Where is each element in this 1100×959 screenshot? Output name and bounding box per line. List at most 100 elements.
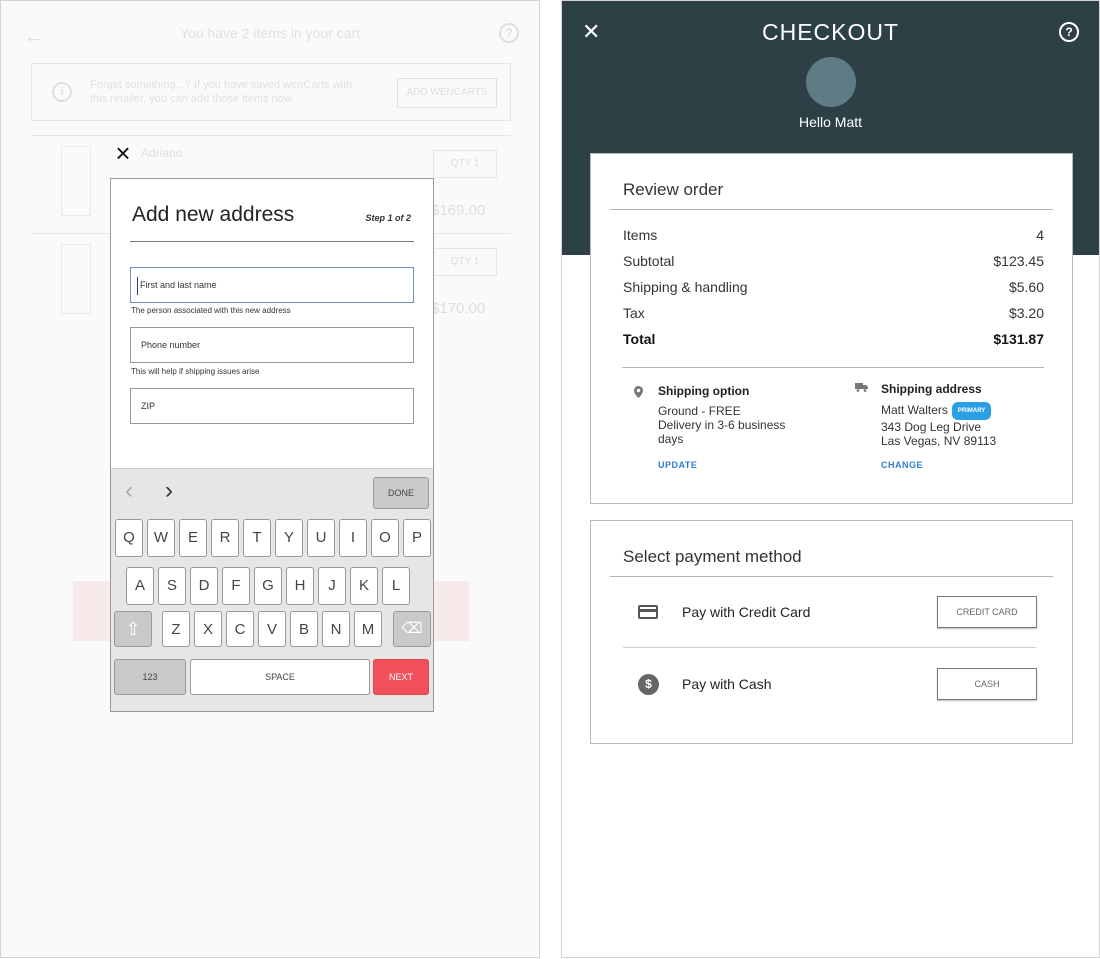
- step-indicator: Step 1 of 2: [365, 213, 411, 223]
- zip-field[interactable]: ZIP: [130, 388, 414, 424]
- shipping-option-line2: Delivery in 3-6 business: [658, 418, 786, 432]
- phone-hint: This will help if shipping issues arise: [131, 367, 260, 376]
- summary-row-tax: Tax $3.20: [623, 305, 1044, 321]
- credit-card-label: Pay with Credit Card: [682, 604, 811, 620]
- help-icon: ?: [499, 23, 519, 43]
- add-address-modal: Add new address Step 1 of 2 First and la…: [110, 178, 434, 712]
- key-z[interactable]: Z: [162, 611, 190, 647]
- address-city: Las Vegas, NV 89113: [881, 434, 997, 448]
- space-key[interactable]: SPACE: [190, 659, 370, 695]
- key-l[interactable]: L: [382, 567, 410, 605]
- address-street: 343 Dog Leg Drive: [881, 420, 982, 434]
- info-icon: i: [52, 82, 72, 102]
- shipping-address: Shipping address Matt Walters PRIMARY 343…: [881, 382, 996, 448]
- cash-label: Pay with Cash: [682, 676, 772, 692]
- zip-placeholder: ZIP: [141, 401, 156, 411]
- summary-row-total: Total $131.87: [623, 331, 1044, 347]
- key-u[interactable]: U: [307, 519, 335, 557]
- phone-field[interactable]: Phone number: [130, 327, 414, 363]
- numbers-key[interactable]: 123: [114, 659, 186, 695]
- shipping-option-line3: days: [658, 432, 684, 446]
- credit-card-button[interactable]: CREDIT CARD: [937, 596, 1037, 628]
- summary-label: Shipping & handling: [623, 279, 748, 295]
- saved-carts-banner: i Forget something...? If you have saved…: [31, 63, 511, 121]
- key-f[interactable]: F: [222, 567, 250, 605]
- backspace-key-icon[interactable]: ⌫: [393, 611, 431, 647]
- greeting: Hello Matt: [798, 114, 863, 130]
- add-wencarts-button: ADD WENCARTS: [397, 78, 497, 108]
- name-placeholder: First and last name: [140, 280, 217, 290]
- key-r[interactable]: R: [211, 519, 239, 557]
- address-screen: ← You have 2 items in your cart ? i Forg…: [0, 0, 540, 958]
- totals-divider: [622, 367, 1044, 368]
- key-o[interactable]: O: [371, 519, 399, 557]
- shipping-address-heading: Shipping address: [881, 382, 982, 396]
- shift-key-icon[interactable]: ⇧: [114, 611, 152, 647]
- name-field[interactable]: First and last name: [130, 267, 414, 303]
- done-button[interactable]: DONE: [373, 477, 429, 509]
- modal-divider: [130, 241, 414, 242]
- item-thumbnail: [61, 146, 91, 216]
- payment-divider: [610, 576, 1053, 577]
- key-d[interactable]: D: [190, 567, 218, 605]
- key-i[interactable]: I: [339, 519, 367, 557]
- review-divider: [610, 209, 1053, 210]
- key-q[interactable]: Q: [115, 519, 143, 557]
- next-key[interactable]: NEXT: [373, 659, 429, 695]
- key-t[interactable]: T: [243, 519, 271, 557]
- shipping-option-heading: Shipping option: [658, 384, 750, 398]
- key-c[interactable]: C: [226, 611, 254, 647]
- review-title: Review order: [623, 180, 724, 199]
- key-v[interactable]: V: [258, 611, 286, 647]
- close-modal-icon[interactable]: ×: [111, 140, 135, 166]
- summary-label: Subtotal: [623, 253, 675, 269]
- modal-title: Add new address: [132, 203, 295, 226]
- phone-placeholder: Phone number: [141, 340, 201, 350]
- summary-row-subtotal: Subtotal $123.45: [623, 253, 1044, 269]
- primary-badge: PRIMARY: [951, 402, 992, 420]
- credit-card-icon: [638, 605, 658, 619]
- cart-title: You have 2 items in your cart: [179, 25, 361, 41]
- item-quantity: QTY 1: [433, 248, 497, 276]
- key-h[interactable]: H: [286, 567, 314, 605]
- key-k[interactable]: K: [350, 567, 378, 605]
- key-x[interactable]: X: [194, 611, 222, 647]
- summary-row-shipping: Shipping & handling $5.60: [623, 279, 1044, 295]
- item-thumbnail: [61, 244, 91, 314]
- item-name: Adriano: [141, 146, 183, 160]
- address-name: Matt Walters: [881, 403, 948, 417]
- key-j[interactable]: J: [318, 567, 346, 605]
- cash-button[interactable]: CASH: [937, 668, 1037, 700]
- key-p[interactable]: P: [403, 519, 431, 557]
- previous-field-icon[interactable]: ‹: [125, 477, 133, 505]
- key-w[interactable]: W: [147, 519, 175, 557]
- change-address-link[interactable]: CHANGE: [881, 460, 923, 470]
- payment-method-card: Select payment method Pay with Credit Ca…: [590, 520, 1073, 744]
- summary-value: $123.45: [993, 253, 1044, 269]
- summary-value: 4: [1036, 227, 1044, 243]
- avatar: [806, 57, 856, 107]
- summary-value: $3.20: [1008, 305, 1044, 321]
- key-a[interactable]: A: [126, 567, 154, 605]
- item-price: $169.00: [431, 202, 486, 219]
- payment-title: Select payment method: [623, 547, 802, 566]
- review-order-card: Review order Items 4 Subtotal $123.45 Sh…: [590, 153, 1073, 504]
- key-e[interactable]: E: [179, 519, 207, 557]
- payment-row-divider: [623, 647, 1036, 648]
- next-field-icon[interactable]: ›: [165, 477, 173, 505]
- key-m[interactable]: M: [354, 611, 382, 647]
- key-g[interactable]: G: [254, 567, 282, 605]
- key-b[interactable]: B: [290, 611, 318, 647]
- page-title: CHECKOUT: [761, 19, 900, 45]
- summary-label: Items: [623, 227, 658, 243]
- location-pin-icon: [634, 386, 643, 401]
- key-s[interactable]: S: [158, 567, 186, 605]
- on-screen-keyboard: ‹ › DONE QWERTYUIOP ASDFGHJKL ZXCVBNM ⇧ …: [111, 468, 433, 711]
- key-y[interactable]: Y: [275, 519, 303, 557]
- shipping-option: Shipping option Ground - FREE Delivery i…: [658, 384, 785, 446]
- help-icon[interactable]: ?: [1059, 22, 1079, 42]
- total-value: $131.87: [993, 331, 1044, 347]
- cash-icon: $: [638, 674, 659, 695]
- update-shipping-link[interactable]: UPDATE: [658, 460, 697, 470]
- key-n[interactable]: N: [322, 611, 350, 647]
